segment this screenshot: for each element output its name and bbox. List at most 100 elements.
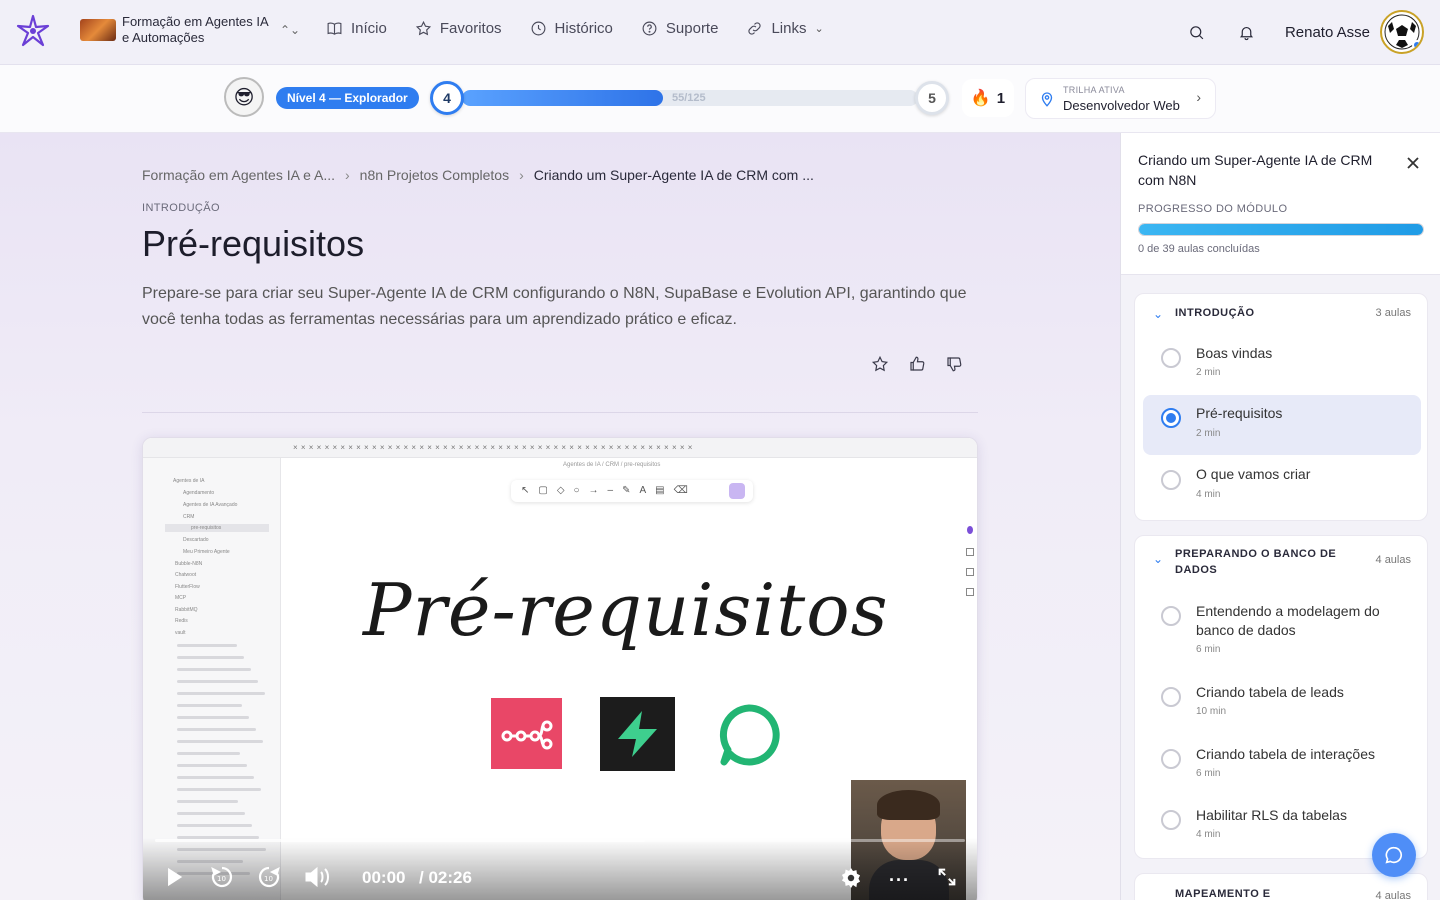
level-avatar[interactable]: 😎 bbox=[224, 77, 264, 117]
module-progress-text: 0 de 39 aulas concluídas bbox=[1138, 243, 1260, 255]
fullscreen-icon bbox=[938, 868, 956, 886]
video-seek-bar[interactable] bbox=[155, 839, 965, 842]
lesson-duration: 2 min bbox=[1196, 367, 1221, 378]
volume-icon bbox=[305, 866, 329, 888]
nav-link-favoritos[interactable]: Favoritos bbox=[415, 20, 502, 37]
video-sidebar-item: Agendamento bbox=[183, 490, 215, 496]
lesson-item-active[interactable]: Pré-requisitos 2 min bbox=[1143, 395, 1421, 455]
nav-link-links[interactable]: Links ⌄ bbox=[746, 20, 824, 37]
nav-link-historico[interactable]: Histórico bbox=[530, 20, 613, 37]
breadcrumb-item[interactable]: n8n Projetos Completos bbox=[360, 167, 509, 183]
module-progress-label: PROGRESSO DO MÓDULO bbox=[1138, 203, 1288, 215]
breadcrumb-current: Criando um Super-Agente IA de CRM com ..… bbox=[533, 167, 814, 183]
level-badge[interactable]: Nível 4 — Explorador bbox=[276, 87, 419, 109]
video-sidebar-item: Agentes de IA Avançado bbox=[183, 502, 238, 508]
lesson-content: Formação em Agentes IA e A... › n8n Proj… bbox=[0, 133, 1120, 900]
video-file-line bbox=[177, 740, 263, 743]
streak-counter[interactable]: 🔥 1 bbox=[962, 79, 1014, 117]
lesson-item[interactable]: Boas vindas 2 min bbox=[1143, 334, 1421, 394]
sidebar-course-title: Criando um Super-Agente IA de CRM com N8… bbox=[1138, 152, 1373, 188]
settings-button[interactable] bbox=[840, 867, 862, 894]
nav-link-label: Início bbox=[351, 20, 387, 37]
favorite-button[interactable] bbox=[871, 355, 889, 373]
trail-name: Desenvolvedor Web bbox=[1063, 98, 1180, 113]
help-icon bbox=[642, 21, 657, 36]
breadcrumb: Formação em Agentes IA e A... › n8n Proj… bbox=[142, 167, 814, 183]
user-avatar[interactable] bbox=[1380, 10, 1424, 54]
close-icon[interactable] bbox=[1405, 155, 1421, 171]
page-title: Pré-requisitos bbox=[142, 223, 365, 264]
video-sidebar-item: Redis bbox=[175, 618, 188, 624]
lesson-title: Entendendo a modelagem do banco de dados bbox=[1196, 603, 1380, 638]
video-path-label: Agentes de IA / CRM / pre-requisitos bbox=[563, 462, 661, 468]
video-file-line bbox=[177, 752, 240, 755]
volume-button[interactable] bbox=[303, 865, 331, 894]
module-progress-bar bbox=[1138, 223, 1424, 236]
forward-10-button[interactable]: 10 bbox=[256, 864, 282, 895]
nav-link-label: Suporte bbox=[665, 20, 719, 37]
search-button[interactable] bbox=[1185, 20, 1209, 44]
video-player[interactable]: × × × × × × × × × × × × × × × × × × × × … bbox=[142, 437, 978, 900]
online-indicator bbox=[1412, 40, 1422, 50]
lesson-title: Boas vindas bbox=[1196, 345, 1273, 361]
video-sidebar-item: vault bbox=[175, 630, 186, 636]
dislike-button[interactable] bbox=[945, 355, 963, 373]
bell-icon bbox=[1240, 26, 1254, 40]
lesson-duration: 4 min bbox=[1196, 489, 1221, 500]
video-file-line bbox=[177, 788, 261, 791]
chat-support-button[interactable] bbox=[1372, 833, 1416, 877]
module-progress-fill bbox=[1139, 224, 1423, 235]
course-selector[interactable]: Formação em Agentes IA e Automações ⌃⌄ bbox=[80, 14, 300, 46]
breadcrumb-item[interactable]: Formação em Agentes IA e A... bbox=[142, 167, 335, 183]
active-trail-card[interactable]: TRILHA ATIVA Desenvolvedor Web › bbox=[1025, 78, 1216, 119]
module-count: 4 aulas bbox=[1375, 890, 1411, 900]
video-sidebar-item: Meu Primeiro Agente bbox=[183, 549, 230, 555]
location-pin-icon bbox=[1041, 92, 1053, 107]
nav-right: Renato Asse bbox=[1185, 10, 1424, 54]
top-navbar: Formação em Agentes IA e Automações ⌃⌄ I… bbox=[0, 0, 1440, 65]
chevron-down-icon: ⌄ bbox=[814, 23, 824, 35]
play-button[interactable] bbox=[163, 866, 185, 893]
lesson-item[interactable]: O que vamos criar 4 min bbox=[1143, 456, 1421, 516]
course-thumbnail bbox=[80, 19, 116, 41]
user-name[interactable]: Renato Asse bbox=[1285, 24, 1370, 41]
video-sidebar-item-active: pre-requisitos bbox=[165, 524, 269, 532]
lesson-radio bbox=[1161, 606, 1181, 626]
lesson-duration: 2 min bbox=[1196, 428, 1221, 439]
video-file-line bbox=[177, 764, 247, 767]
streak-count: 1 bbox=[996, 89, 1006, 107]
module-count: 3 aulas bbox=[1375, 307, 1411, 319]
xp-progress-fill bbox=[462, 90, 663, 106]
module-count: 4 aulas bbox=[1375, 554, 1411, 566]
link-icon bbox=[748, 22, 762, 35]
video-file-line bbox=[177, 692, 265, 695]
lesson-radio bbox=[1161, 749, 1181, 769]
fullscreen-button[interactable] bbox=[936, 866, 958, 893]
book-icon bbox=[327, 22, 342, 35]
lesson-item[interactable]: Criando tabela de leads 10 min bbox=[1143, 675, 1421, 733]
video-screen-sidebar: Agentes de IA Agendamento Agentes de IA … bbox=[143, 458, 281, 900]
video-current-time: 00:00 bbox=[362, 868, 406, 887]
chevron-updown-icon: ⌃⌄ bbox=[280, 23, 301, 37]
nav-link-suporte[interactable]: Suporte bbox=[641, 20, 719, 37]
app-logo[interactable] bbox=[16, 14, 50, 48]
like-button[interactable] bbox=[908, 355, 926, 373]
breadcrumb-separator-icon: › bbox=[345, 167, 350, 183]
nav-link-inicio[interactable]: Início bbox=[326, 20, 387, 37]
video-file-line bbox=[177, 716, 249, 719]
video-sidebar-item: MCP bbox=[175, 595, 187, 601]
svg-text:10: 10 bbox=[217, 875, 226, 883]
rewind-10-button[interactable]: 10 bbox=[209, 864, 235, 895]
video-file-line bbox=[177, 812, 245, 815]
lesson-radio-selected bbox=[1161, 408, 1181, 428]
more-options-icon[interactable]: ··· bbox=[889, 870, 910, 891]
lesson-item[interactable]: Entendendo a modelagem do banco de dados… bbox=[1143, 594, 1421, 666]
lesson-radio bbox=[1161, 470, 1181, 490]
chevron-down-icon: ⌄ bbox=[1153, 307, 1164, 321]
rewind-10-icon: 10 bbox=[211, 866, 233, 888]
toolbar-highlight bbox=[729, 483, 745, 499]
notifications-button[interactable] bbox=[1235, 20, 1259, 44]
lesson-item[interactable]: Criando tabela de interações 6 min bbox=[1143, 737, 1421, 795]
video-drawing-toolbar: ↖▢◇○→–✎A▤⌫ bbox=[511, 480, 753, 502]
gear-icon bbox=[841, 868, 861, 888]
